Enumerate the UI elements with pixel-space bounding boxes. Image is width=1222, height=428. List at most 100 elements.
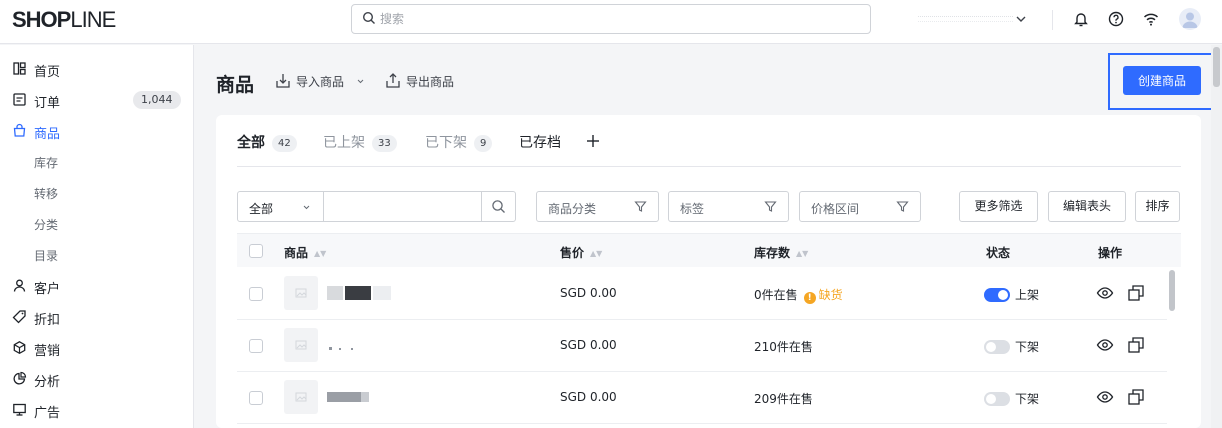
column-product[interactable]: 商品 ▲▼ xyxy=(284,244,326,261)
edit-columns-button[interactable]: 编辑表头 xyxy=(1048,191,1126,222)
product-price: SGD 0.00 xyxy=(560,390,617,404)
user-avatar-icon xyxy=(1182,12,1198,28)
sidebar-item-customers[interactable]: 客户 xyxy=(0,271,194,301)
product-thumbnail xyxy=(284,276,318,310)
sort-icon: ▲▼ xyxy=(590,249,603,258)
column-label: 售价 xyxy=(560,246,585,260)
row-checkbox[interactable] xyxy=(249,339,263,353)
add-tab-icon[interactable] xyxy=(586,134,600,148)
eye-icon[interactable] xyxy=(1096,388,1114,406)
sort-button[interactable]: 排序 xyxy=(1135,191,1180,222)
tab-count: 33 xyxy=(372,135,397,152)
chevron-down-icon xyxy=(1016,16,1026,22)
export-products-button[interactable]: 导出商品 xyxy=(384,72,464,92)
sidebar-item-inventory[interactable]: 库存 xyxy=(0,147,194,177)
tag-icon xyxy=(12,310,26,324)
status-toggle[interactable] xyxy=(984,392,1010,406)
sidebar-item-label: 订单 xyxy=(34,96,61,111)
filter-icon xyxy=(634,201,647,212)
create-product-button[interactable]: 创建商品 xyxy=(1123,66,1201,95)
status-toggle[interactable] xyxy=(984,340,1010,354)
import-label: 导入商品 xyxy=(296,75,345,89)
store-name-redacted xyxy=(918,16,1013,22)
sidebar-item-ads[interactable]: 广告 xyxy=(0,395,194,425)
sidebar-item-analytics[interactable]: 分析 xyxy=(0,364,194,394)
select-all-checkbox[interactable] xyxy=(249,244,263,258)
tab-all[interactable]: 全部 42 xyxy=(237,132,297,154)
cube-icon xyxy=(13,341,26,355)
page-scrollbar[interactable] xyxy=(1213,47,1220,87)
warning-icon: ! xyxy=(803,292,816,304)
sidebar-item-label: 折扣 xyxy=(34,313,61,328)
table-row[interactable]: SGD 0.00 209件在售 下架 xyxy=(237,372,1181,424)
row-checkbox[interactable] xyxy=(249,391,263,405)
scope-select[interactable]: 全部 xyxy=(238,192,324,221)
category-filter-label: 商品分类 xyxy=(548,202,597,216)
status-label: 下架 xyxy=(1015,340,1040,354)
more-filters-button[interactable]: 更多筛选 xyxy=(959,191,1038,222)
status-toggle[interactable] xyxy=(984,288,1010,302)
sidebar-item-label: 客户 xyxy=(34,282,61,297)
import-products-button[interactable]: 导入商品 xyxy=(274,72,366,92)
sidebar-item-label: 转移 xyxy=(34,187,59,201)
chart-pie-icon xyxy=(13,371,27,385)
sidebar-item-marketing[interactable]: 营销 xyxy=(0,333,194,363)
stock-count: 0件在售 xyxy=(754,288,798,302)
product-stock: 210件在售 xyxy=(754,340,813,354)
sidebar-item-transfers[interactable]: 转移 xyxy=(0,178,194,208)
bag-icon xyxy=(13,123,26,137)
sidebar-item-discounts[interactable]: 折扣 xyxy=(0,302,194,332)
copy-icon[interactable] xyxy=(1127,388,1145,406)
row-checkbox[interactable] xyxy=(249,287,263,301)
image-placeholder-icon xyxy=(295,288,307,298)
product-thumbnail xyxy=(284,328,318,362)
tab-archived[interactable]: 已存档 xyxy=(519,132,561,154)
image-placeholder-icon xyxy=(295,340,307,350)
tab-divider xyxy=(237,166,1181,167)
product-search-input[interactable] xyxy=(326,195,476,217)
copy-icon[interactable] xyxy=(1127,336,1145,354)
tab-active[interactable]: 已上架 33 xyxy=(323,132,397,154)
page-scrollbar-track xyxy=(1211,45,1222,428)
sort-icon: ▲▼ xyxy=(796,249,809,258)
monitor-icon xyxy=(13,403,26,416)
sidebar-item-label: 分类 xyxy=(34,218,59,232)
table-row[interactable]: SGD 0.00 0件在售! 缺货 上架 xyxy=(237,268,1181,320)
wifi-icon[interactable] xyxy=(1141,9,1161,29)
filter-icon xyxy=(764,201,777,212)
store-switcher[interactable] xyxy=(918,10,1036,32)
tab-inactive[interactable]: 已下架 9 xyxy=(425,132,493,154)
price-range-filter[interactable]: 价格区间 xyxy=(799,191,921,222)
help-icon[interactable] xyxy=(1106,9,1126,29)
column-stock[interactable]: 库存数 ▲▼ xyxy=(754,244,808,261)
search-box[interactable] xyxy=(351,4,871,34)
search-button[interactable] xyxy=(481,192,515,221)
divider xyxy=(1052,10,1053,30)
search-icon xyxy=(362,11,375,24)
eye-icon[interactable] xyxy=(1096,284,1114,302)
bell-icon[interactable] xyxy=(1071,9,1091,29)
sidebar-item-home[interactable]: 首页 xyxy=(0,54,194,84)
sidebar-item-products[interactable]: 商品 xyxy=(0,116,194,146)
scope-value: 全部 xyxy=(249,202,274,216)
sidebar-item-label: 首页 xyxy=(34,65,61,80)
category-filter[interactable]: 商品分类 xyxy=(536,191,659,222)
table-scrollbar[interactable] xyxy=(1169,270,1175,311)
column-price[interactable]: 售价 ▲▼ xyxy=(560,244,602,261)
eye-icon[interactable] xyxy=(1096,336,1114,354)
copy-icon[interactable] xyxy=(1127,284,1145,302)
export-label: 导出商品 xyxy=(406,75,455,89)
sidebar-item-orders[interactable]: 订单 1,044 xyxy=(0,85,194,115)
logo[interactable]: SHOPLINE xyxy=(12,7,116,33)
table-row[interactable]: SGD 0.00 210件在售 下架 xyxy=(237,320,1181,372)
tab-label: 已下架 xyxy=(425,135,467,151)
avatar[interactable] xyxy=(1179,8,1201,30)
sidebar-item-categories[interactable]: 分类 xyxy=(0,209,194,239)
chevron-down-icon xyxy=(303,205,310,210)
sidebar-item-catalogs[interactable]: 目录 xyxy=(0,240,194,270)
create-button-highlight: 创建商品 xyxy=(1108,53,1217,110)
search-input[interactable] xyxy=(380,10,780,28)
chevron-down-icon xyxy=(357,79,364,84)
product-price: SGD 0.00 xyxy=(560,286,617,300)
tag-filter[interactable]: 标签 xyxy=(668,191,789,222)
